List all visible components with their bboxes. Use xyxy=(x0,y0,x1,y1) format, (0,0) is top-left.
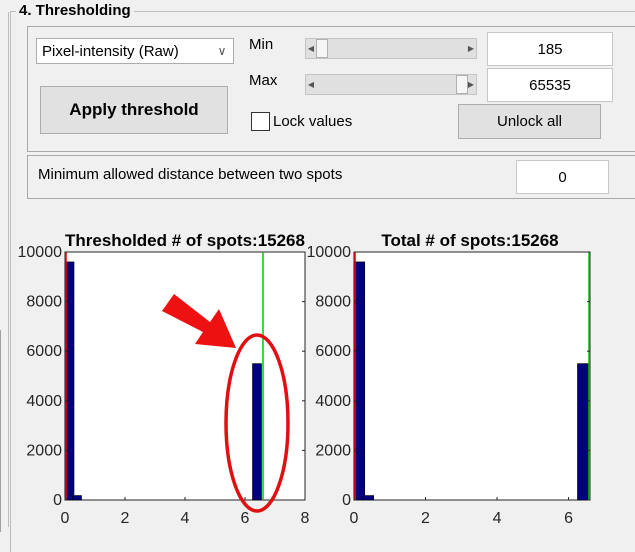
y-tick-label: 8000 xyxy=(26,294,62,311)
x-tick-label: 0 xyxy=(350,510,359,527)
y-tick-label: 2000 xyxy=(26,442,62,459)
plot-area xyxy=(64,251,306,501)
y-tick-label: 6000 xyxy=(315,343,351,360)
chart-title: Thresholded # of spots:15268 xyxy=(65,231,305,250)
x-tick-label: 6 xyxy=(564,510,573,527)
chart-title: Total # of spots:15268 xyxy=(381,231,558,250)
x-tick-label: 2 xyxy=(121,510,130,527)
y-tick-label: 10000 xyxy=(18,244,63,261)
y-tick-label: 8000 xyxy=(315,294,351,311)
x-tick-label: 8 xyxy=(301,510,310,527)
y-tick-label: 10000 xyxy=(307,244,352,261)
x-tick-label: 2 xyxy=(421,510,430,527)
y-tick-label: 0 xyxy=(53,492,62,509)
x-tick-label: 6 xyxy=(241,510,250,527)
y-tick-label: 0 xyxy=(342,492,351,509)
y-tick-label: 4000 xyxy=(26,393,62,410)
plot-area xyxy=(353,251,591,501)
histogram-bar xyxy=(362,495,374,501)
y-tick-label: 2000 xyxy=(315,442,351,459)
histogram-bar xyxy=(72,495,82,501)
y-tick-label: 4000 xyxy=(315,393,351,410)
histogram-charts: 0 2000 4000 6000 8000 10000 0 2 4 6 8 Thresholded #… xyxy=(18,231,591,527)
x-tick-label: 0 xyxy=(61,510,70,527)
y-tick-label: 6000 xyxy=(26,343,62,360)
x-tick-label: 4 xyxy=(181,510,190,527)
x-tick-label: 4 xyxy=(493,510,502,527)
histogram-bar xyxy=(252,363,262,501)
histogram-bar xyxy=(577,363,589,501)
